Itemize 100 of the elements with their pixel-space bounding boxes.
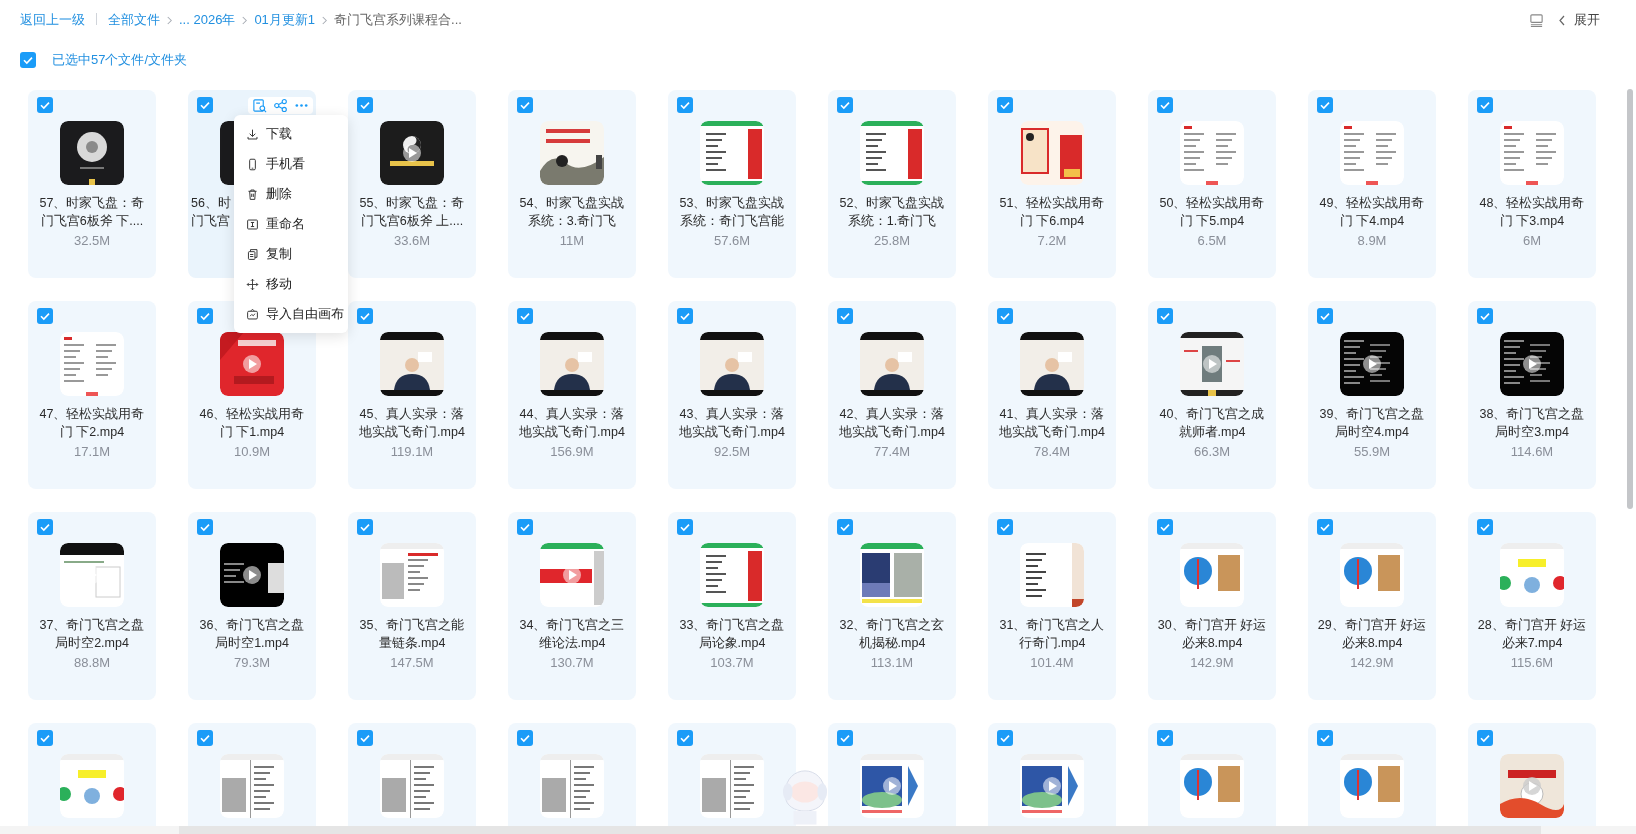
file-name: 38、奇门飞宫之盘 局时空3.mp4 xyxy=(1478,406,1586,441)
back-link[interactable]: 返回上一级 xyxy=(20,11,85,29)
checkbox[interactable] xyxy=(997,97,1013,113)
file-size: 114.6M xyxy=(1509,444,1555,460)
checkbox[interactable] xyxy=(997,308,1013,324)
breadcrumb-link[interactable]: ... 2026年 xyxy=(179,11,236,29)
scrollbar[interactable] xyxy=(1627,89,1633,509)
file-size: 130.7M xyxy=(549,655,595,671)
checkbox[interactable] xyxy=(837,308,853,324)
divider xyxy=(96,12,97,25)
checkbox[interactable] xyxy=(1157,308,1173,324)
checkbox[interactable] xyxy=(1157,730,1173,746)
file-name: 53、时家飞盘实战 系统：奇门飞宫能 xyxy=(678,195,786,230)
file-name: 33、奇门飞宫之盘 局论象.mp4 xyxy=(678,617,786,652)
checkbox[interactable] xyxy=(1477,730,1493,746)
file-size: 32.5M xyxy=(72,233,112,249)
file-name: 37、奇门飞宫之盘 局时空2.mp4 xyxy=(38,617,146,652)
checkbox[interactable] xyxy=(997,730,1013,746)
menu-item[interactable]: 复制 xyxy=(234,239,348,269)
checkbox[interactable] xyxy=(357,519,373,535)
file-size: 8.9M xyxy=(1356,233,1388,249)
file-size: 88.8M xyxy=(72,655,112,671)
checkbox[interactable] xyxy=(837,97,853,113)
checkbox[interactable] xyxy=(837,730,853,746)
checkbox[interactable] xyxy=(1477,308,1493,324)
file-size: 11M xyxy=(558,233,586,249)
file-size: 25.8M xyxy=(872,233,912,249)
checkbox[interactable] xyxy=(997,519,1013,535)
checkbox[interactable] xyxy=(197,308,213,324)
checkbox[interactable] xyxy=(197,97,213,113)
checkbox[interactable] xyxy=(37,97,53,113)
checkbox[interactable] xyxy=(357,308,373,324)
file-size: 147.5M xyxy=(389,655,435,671)
layout-icon[interactable] xyxy=(1529,12,1544,28)
checkbox[interactable] xyxy=(837,519,853,535)
chevron-icon xyxy=(241,14,249,26)
checkbox[interactable] xyxy=(517,97,533,113)
checkbox[interactable] xyxy=(1317,730,1333,746)
file-size: 115.6M xyxy=(1509,655,1555,671)
file-name: 54、时家飞盘实战 系统：3.奇门飞 xyxy=(518,195,626,230)
image-search-icon[interactable] xyxy=(252,98,267,113)
file-name: 28、奇门宫开 好运 必来7.mp4 xyxy=(1476,617,1588,652)
checkbox[interactable] xyxy=(37,730,53,746)
breadcrumb-link[interactable]: 01月更新1 xyxy=(254,11,316,29)
file-name: 56、时 门飞宫 xyxy=(191,195,231,230)
checkbox[interactable] xyxy=(1157,519,1173,535)
file-size: 79.3M xyxy=(232,655,272,671)
checkbox[interactable] xyxy=(677,519,693,535)
file-size: 78.4M xyxy=(1032,444,1072,460)
checkbox[interactable] xyxy=(1477,519,1493,535)
checkbox[interactable] xyxy=(677,730,693,746)
menu-item[interactable]: 下载 xyxy=(234,119,348,149)
checkbox[interactable] xyxy=(677,308,693,324)
trash-icon xyxy=(246,187,259,201)
file-name: 46、轻松实战用奇 门 下1.mp4 xyxy=(198,406,306,441)
file-size: 156.9M xyxy=(549,444,595,460)
file-name: 29、奇门宫开 好运 必来8.mp4 xyxy=(1316,617,1428,652)
file-name: 47、轻松实战用奇 门 下2.mp4 xyxy=(38,406,146,441)
menu-item[interactable]: 导入自由画布 xyxy=(234,299,348,329)
menu-item[interactable]: 手机看 xyxy=(234,149,348,179)
chevron-icon xyxy=(321,14,329,26)
file-name: 49、轻松实战用奇 门 下4.mp4 xyxy=(1318,195,1426,230)
breadcrumb-link[interactable]: 全部文件 xyxy=(108,11,160,29)
menu-item[interactable]: 移动 xyxy=(234,269,348,299)
checkbox[interactable] xyxy=(37,308,53,324)
checkbox[interactable] xyxy=(1317,519,1333,535)
file-name: 41、真人实录：落 地实战飞奇门.mp4 xyxy=(998,406,1106,441)
checkbox[interactable] xyxy=(1317,97,1333,113)
file-name: 52、时家飞盘实战 系统：1.奇门飞 xyxy=(838,195,946,230)
file-size: 10.9M xyxy=(232,444,272,460)
scrollbar[interactable] xyxy=(0,826,1636,834)
expand-button[interactable]: 展开 xyxy=(1558,11,1600,29)
checkbox[interactable] xyxy=(1477,97,1493,113)
file-name: 42、真人实录：落 地实战飞奇门.mp4 xyxy=(838,406,946,441)
chevron-icon xyxy=(166,14,173,26)
breadcrumb-link[interactable]: 奇门飞宫系列课程合... xyxy=(334,11,462,29)
file-name: 39、奇门飞宫之盘 局时空4.mp4 xyxy=(1318,406,1426,441)
checkbox[interactable] xyxy=(37,519,53,535)
file-size: 6M xyxy=(1521,233,1543,249)
checkbox[interactable] xyxy=(197,730,213,746)
file-name: 55、时家飞盘：奇 门飞宫6板斧 上.... xyxy=(358,195,466,230)
checkbox[interactable] xyxy=(197,519,213,535)
checkbox[interactable] xyxy=(517,308,533,324)
file-name: 43、真人实录：落 地实战飞奇门.mp4 xyxy=(678,406,786,441)
checkbox[interactable] xyxy=(357,730,373,746)
checkbox[interactable] xyxy=(1157,97,1173,113)
rename-icon xyxy=(246,217,259,231)
menu-item[interactable]: 重命名 xyxy=(234,209,348,239)
file-size: 57.6M xyxy=(712,233,752,249)
file-size: 55.9M xyxy=(1352,444,1392,460)
file-name: 32、奇门飞宫之玄 机揭秘.mp4 xyxy=(838,617,946,652)
checkbox[interactable] xyxy=(1317,308,1333,324)
menu-item[interactable]: 删除 xyxy=(234,179,348,209)
checkbox[interactable] xyxy=(357,97,373,113)
share-icon[interactable] xyxy=(273,98,288,113)
checkbox[interactable] xyxy=(20,52,36,68)
checkbox[interactable] xyxy=(677,97,693,113)
checkbox[interactable] xyxy=(517,519,533,535)
checkbox[interactable] xyxy=(517,730,533,746)
file-size: 103.7M xyxy=(709,655,755,671)
